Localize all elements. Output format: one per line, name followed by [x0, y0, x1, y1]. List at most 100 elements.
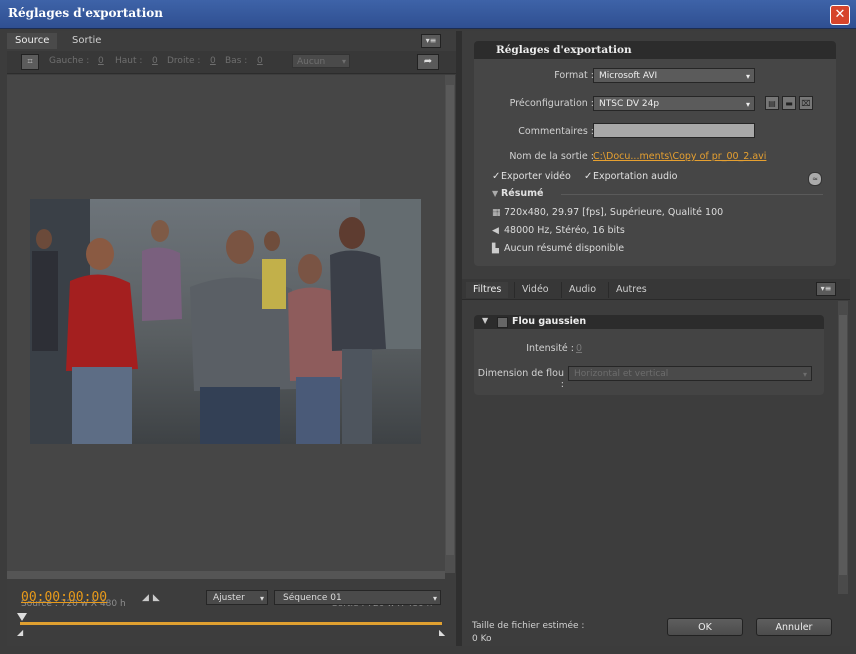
source-output-panel: Source Sortie ▾≡ ⌗ Gauche : 0 Haut : 0 D…: [7, 31, 456, 646]
scrollbar-thumb[interactable]: [839, 315, 847, 575]
crop-top-label: Haut :: [115, 56, 143, 66]
filter-scrollbar[interactable]: [838, 301, 848, 594]
timecode[interactable]: 00:00:00:00: [21, 590, 107, 605]
in-out-markers-icon[interactable]: ◢◣: [142, 593, 164, 603]
tab-other[interactable]: Autres: [608, 282, 654, 298]
export-audio-checkbox[interactable]: ✓Exportation audio: [584, 171, 677, 182]
playhead-icon[interactable]: [17, 613, 27, 621]
filter-enable-checkbox[interactable]: [497, 317, 508, 328]
crop-left-value[interactable]: 0: [98, 56, 104, 66]
panel-menu-icon[interactable]: ▾≡: [421, 34, 441, 48]
scrollbar-thumb[interactable]: [446, 85, 454, 555]
summary-video-text: 720x480, 29.97 [fps], Supérieure, Qualit…: [504, 207, 724, 218]
summary-none-text: Aucun résumé disponible: [504, 243, 625, 254]
filter-settings-area: ▼ Flou gaussien Intensité : 0 Dimension …: [462, 301, 836, 594]
summary-video: ▦ 720x480, 29.97 [fps], Supérieure, Quali…: [492, 207, 723, 218]
preset-label: Préconfiguration :: [509, 98, 594, 109]
format-label: Format :: [554, 70, 594, 81]
section-header: Réglages d'exportation: [474, 41, 836, 59]
checkmark-icon: ✓: [492, 171, 501, 182]
settings-panel: Réglages d'exportation Format : Microsof…: [462, 31, 850, 646]
chevron-down-icon: ▾: [432, 594, 437, 603]
title-bar: Réglages d'exportation ✕: [0, 0, 856, 29]
cancel-button[interactable]: Annuler: [756, 618, 832, 636]
summary-audio: ◀ 48000 Hz, Stéréo, 16 bits: [492, 225, 625, 236]
export-settings-window: Réglages d'exportation ✕ Source Sortie ▾…: [0, 0, 856, 654]
chart-icon: ▙: [492, 244, 499, 254]
filter-tabs: Filtres Vidéo Audio Autres ▾≡: [462, 279, 850, 300]
timeline-scrubber[interactable]: ◢ ◣: [17, 613, 445, 640]
export-video-label: Exporter vidéo: [501, 171, 571, 182]
crop-right-value[interactable]: 0: [210, 56, 216, 66]
export-video-checkbox[interactable]: ✓Exporter vidéo: [492, 171, 571, 182]
chevron-down-icon: ▾: [745, 72, 750, 81]
intensity-value[interactable]: 0: [576, 343, 582, 354]
close-icon[interactable]: ✕: [830, 5, 850, 25]
chevron-down-icon: ▾: [341, 57, 346, 66]
collapse-triangle-icon: ▼: [492, 189, 501, 198]
summary-header[interactable]: ▼ Résumé: [492, 188, 543, 199]
tab-source[interactable]: Source: [7, 33, 58, 49]
queue-icon[interactable]: ≈: [808, 172, 822, 186]
crop-bottom-label: Bas :: [225, 56, 248, 66]
speaker-icon: ◀: [492, 226, 499, 236]
window-title: Réglages d'exportation: [8, 6, 164, 20]
save-preset-icon[interactable]: ▤: [765, 96, 779, 110]
share-arrow-icon[interactable]: ➦: [417, 54, 439, 70]
zoom-fit-value: Ajuster: [213, 593, 245, 603]
checkmark-icon: ✓: [584, 171, 593, 182]
blur-dimension-label: Dimension de flou :: [477, 368, 564, 390]
trash-icon[interactable]: ⌧: [799, 96, 813, 110]
gaussian-blur-filter: ▼ Flou gaussien Intensité : 0 Dimension …: [474, 315, 824, 395]
crop-toolbar: ⌗ Gauche : 0 Haut : 0 Droite : 0 Bas : 0…: [7, 51, 456, 74]
filter-header[interactable]: ▼ Flou gaussien: [474, 315, 824, 329]
crop-bottom-value[interactable]: 0: [257, 56, 263, 66]
filter-title: Flou gaussien: [512, 316, 587, 327]
preset-select[interactable]: NTSC DV 24p ▾: [593, 96, 755, 111]
crop-icon[interactable]: ⌗: [21, 54, 39, 70]
folder-icon[interactable]: ▬: [782, 96, 796, 110]
summary-none: ▙ Aucun résumé disponible: [492, 243, 624, 254]
video-frame-image: [30, 199, 421, 444]
crop-ratio-select[interactable]: Aucun ▾: [292, 54, 350, 68]
export-audio-label: Exportation audio: [593, 171, 678, 182]
preview-horizontal-scrollbar[interactable]: [7, 571, 445, 579]
summary-divider: [561, 194, 823, 195]
format-value: Microsoft AVI: [599, 71, 658, 81]
zoom-fit-select[interactable]: Ajuster ▾: [206, 590, 268, 605]
comments-label: Commentaires :: [518, 126, 594, 137]
in-point-icon[interactable]: ◢: [17, 628, 23, 637]
collapse-triangle-icon[interactable]: ▼: [482, 316, 488, 325]
preview-vertical-scrollbar[interactable]: [445, 75, 455, 573]
crop-right-label: Droite :: [167, 56, 201, 66]
format-select[interactable]: Microsoft AVI ▾: [593, 68, 755, 83]
summary-title: Résumé: [500, 188, 544, 199]
out-point-icon[interactable]: ◣: [439, 628, 445, 637]
section-title: Réglages d'exportation: [496, 44, 632, 56]
output-name-link[interactable]: C:\Docu...ments\Copy of pr_00_2.avi: [593, 151, 766, 162]
video-preview-area: Source : 720 w X 480 h Sortie : 720 w X …: [7, 75, 445, 609]
chevron-down-icon: ▾: [259, 594, 264, 603]
video-frame: [30, 199, 421, 444]
tab-audio[interactable]: Audio: [561, 282, 603, 298]
tab-video[interactable]: Vidéo: [514, 282, 556, 298]
tab-output[interactable]: Sortie: [64, 33, 109, 49]
source-range-select[interactable]: Séquence 01 ▾: [274, 590, 441, 605]
preset-value: NTSC DV 24p: [599, 99, 660, 109]
comments-field[interactable]: [593, 123, 755, 138]
panel-menu-icon[interactable]: ▾≡: [816, 282, 836, 296]
tab-filters[interactable]: Filtres: [466, 282, 509, 298]
blur-dimension-select[interactable]: Horizontal et vertical ▾: [568, 366, 812, 381]
chevron-down-icon: ▾: [745, 100, 750, 109]
export-settings-section: Réglages d'exportation Format : Microsof…: [474, 41, 836, 266]
timeline-bar[interactable]: [20, 622, 442, 625]
output-name-label: Nom de la sortie :: [509, 151, 594, 162]
estimated-size-label: Taille de fichier estimée :: [472, 621, 585, 631]
ok-button[interactable]: OK: [667, 618, 743, 636]
crop-ratio-value: Aucun: [297, 57, 326, 67]
crop-left-label: Gauche :: [49, 56, 90, 66]
blur-dimension-value: Horizontal et vertical: [574, 369, 669, 379]
film-icon: ▦: [492, 208, 501, 218]
summary-audio-text: 48000 Hz, Stéréo, 16 bits: [504, 225, 625, 236]
crop-top-value[interactable]: 0: [152, 56, 158, 66]
